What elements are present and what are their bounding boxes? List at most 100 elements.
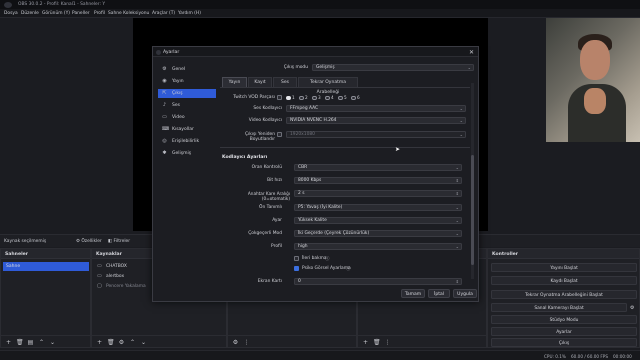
rescale-output-label: Çıkışı Yeniden Boyutlandır bbox=[244, 132, 275, 142]
start-recording-button[interactable]: Kaydı Başlat bbox=[491, 276, 637, 285]
scene-item[interactable]: Sahne bbox=[3, 262, 89, 271]
menu-dots-icon[interactable]: ⋮ bbox=[243, 339, 250, 346]
chevron-down-icon: ⌄ bbox=[459, 106, 463, 111]
filter-icon[interactable]: ▤ bbox=[27, 339, 34, 346]
nav-item-stream[interactable]: ◉ Yayın bbox=[158, 77, 216, 86]
multipass-mode-select[interactable]: İki Geçerde (Çeyrek Çözünürlük) ⌄ bbox=[294, 230, 462, 237]
accessibility-icon: ◎ bbox=[162, 138, 167, 144]
move-down-icon[interactable]: ⌄ bbox=[140, 339, 147, 346]
cancel-button[interactable]: İptal bbox=[428, 289, 450, 298]
properties-button[interactable]: ⚙ Özellikler bbox=[76, 239, 102, 244]
chevron-down-icon: ⌄ bbox=[455, 244, 459, 249]
nav-item-video[interactable]: ▭ Video bbox=[158, 113, 216, 122]
window-capture-icon: ▢ bbox=[97, 283, 102, 289]
output-mode-select[interactable]: Gelişmiş ⌄ bbox=[312, 64, 474, 71]
controls-title: Kontroller bbox=[492, 251, 519, 257]
content-scrollbar[interactable] bbox=[471, 83, 474, 279]
tab-recording[interactable]: Kayıt bbox=[248, 77, 272, 87]
gear-icon[interactable]: ⚙ bbox=[232, 339, 239, 346]
menu-scene-collection[interactable]: Sahne Koleksiyonu bbox=[108, 11, 149, 16]
menu-docks[interactable]: Paneller bbox=[72, 11, 90, 16]
scenes-dock: Sahneler Sahne + 🗑 ▤ ⌃ ⌄ bbox=[0, 248, 91, 348]
preset-select[interactable]: P5: Yavaş (İyi Kalite) ⌄ bbox=[294, 204, 462, 211]
nav-item-accessibility[interactable]: ◎ Erişilebilirlik bbox=[158, 137, 216, 146]
move-up-icon[interactable]: ⌃ bbox=[38, 339, 45, 346]
remove-icon[interactable]: 🗑 bbox=[16, 339, 24, 346]
track-radio[interactable] bbox=[351, 95, 356, 100]
add-icon[interactable]: + bbox=[96, 339, 103, 346]
track-radio[interactable] bbox=[312, 95, 317, 100]
twitch-vod-checkbox[interactable] bbox=[277, 95, 282, 100]
nav-item-output[interactable]: ⇱ Çıkış bbox=[158, 89, 216, 98]
psycho-visual-tuning-checkbox[interactable] bbox=[294, 266, 299, 271]
multipass-mode-label: Çokgeçerli Mod bbox=[248, 231, 282, 236]
chevron-down-icon: ⌄ bbox=[455, 231, 459, 236]
close-icon[interactable]: ✕ bbox=[469, 49, 474, 56]
nav-item-hotkeys[interactable]: ⌨ Kısayollar bbox=[158, 125, 216, 134]
audio-icon: ♪ bbox=[162, 102, 167, 108]
title-bar: OBS 30.0.2 - Profil: Kanal1 - Sahneler: … bbox=[0, 0, 640, 9]
profile-label: Profil bbox=[271, 244, 282, 249]
rate-control-label: Oran Kontrolü bbox=[251, 165, 282, 170]
filters-button[interactable]: ◧ Filtreler bbox=[108, 239, 130, 244]
start-streaming-button[interactable]: Yayını Başlat bbox=[491, 263, 637, 272]
bitrate-input[interactable]: 8000 Kbps ⇕ bbox=[294, 177, 462, 184]
gear-icon[interactable]: ⚙ bbox=[630, 305, 634, 311]
menu-edit[interactable]: Düzenle bbox=[21, 11, 39, 16]
apply-button[interactable]: Uygula bbox=[453, 289, 477, 298]
menu-profile[interactable]: Profil bbox=[94, 11, 105, 16]
nav-item-audio[interactable]: ♪ Ses bbox=[158, 101, 216, 110]
add-icon[interactable]: + bbox=[5, 339, 12, 346]
chevron-down-icon: ⌄ bbox=[459, 132, 463, 137]
keyframe-interval-input[interactable]: 2 s ⇕ bbox=[294, 190, 462, 197]
settings-content: Çıkış modu Gelişmiş ⌄ Yayın Kayıt Ses Tek… bbox=[220, 61, 476, 285]
tab-replay-buffer[interactable]: Tekrar Oynatma Arabelleği bbox=[298, 77, 358, 95]
track-radio[interactable] bbox=[299, 95, 304, 100]
nav-item-general[interactable]: ⚙ Genel bbox=[158, 65, 216, 74]
add-icon[interactable]: + bbox=[362, 339, 369, 346]
menu-dots-icon[interactable]: ⋮ bbox=[384, 339, 391, 346]
sources-title: Kaynaklar bbox=[96, 251, 122, 257]
audio-encoder-select[interactable]: FFmpeg AAC ⌄ bbox=[286, 105, 466, 112]
lookahead-checkbox[interactable] bbox=[294, 256, 299, 261]
webcam-preview bbox=[546, 18, 640, 142]
help-icon[interactable]: ⓘ bbox=[325, 256, 329, 262]
studio-mode-button[interactable]: Stüdyo Modu bbox=[491, 315, 637, 324]
menu-view[interactable]: Görünüm (Y) bbox=[42, 11, 70, 16]
start-virtual-camera-button[interactable]: Sanal Kamerayı Başlat bbox=[491, 303, 627, 312]
gear-icon[interactable]: ⚙ bbox=[118, 339, 125, 346]
track-radio[interactable] bbox=[286, 95, 291, 100]
video-encoder-select[interactable]: NVIDIA NVENC H.264 ⌄ bbox=[286, 117, 466, 124]
tuning-select[interactable]: Yüksek Kalite ⌄ bbox=[294, 217, 462, 224]
audio-encoder-label: Ses Kodlayıcı bbox=[253, 106, 282, 111]
menu-tools[interactable]: Araçlar (T) bbox=[152, 11, 175, 16]
remove-icon[interactable]: 🗑 bbox=[373, 339, 381, 346]
start-replay-buffer-button[interactable]: Tekrar Oynatma Arabelleğini Başlat bbox=[491, 290, 637, 299]
no-source-label: Kaynak seçilmemiş bbox=[4, 238, 47, 244]
chevron-down-icon: ⌄ bbox=[459, 118, 463, 123]
remove-icon[interactable]: 🗑 bbox=[107, 339, 115, 346]
menu-file[interactable]: Dosya bbox=[4, 11, 18, 16]
help-icon[interactable]: ⓘ bbox=[346, 266, 350, 272]
exit-button[interactable]: Çıkış bbox=[491, 338, 637, 347]
fps-counter: 60.00 / 60.00 FPS bbox=[571, 353, 608, 359]
dialog-title-bar: Ayarlar ✕ bbox=[153, 47, 478, 57]
track-radio[interactable] bbox=[325, 95, 330, 100]
time-counter: 00:00:00 bbox=[613, 353, 632, 359]
move-up-icon[interactable]: ⌃ bbox=[129, 339, 136, 346]
track-radio[interactable] bbox=[338, 95, 343, 100]
settings-button[interactable]: Ayarlar bbox=[491, 327, 637, 336]
rate-control-select[interactable]: CBR ⌄ bbox=[294, 164, 462, 171]
rescale-resolution-select: 1920x1080 ⌄ bbox=[286, 131, 466, 138]
menu-help[interactable]: Yardım (H) bbox=[178, 11, 201, 16]
gpu-input[interactable]: 0 ⇕ bbox=[294, 278, 462, 285]
move-down-icon[interactable]: ⌄ bbox=[49, 339, 56, 346]
obs-logo-icon bbox=[156, 49, 161, 55]
tab-audio[interactable]: Ses bbox=[273, 77, 297, 87]
twitch-vod-label: Twitch VOD Parçası bbox=[233, 95, 275, 100]
ok-button[interactable]: Tamam bbox=[401, 289, 425, 298]
profile-select[interactable]: high ⌄ bbox=[294, 243, 462, 250]
nav-item-advanced[interactable]: ✱ Gelişmiş bbox=[158, 149, 216, 158]
tab-stream[interactable]: Yayın bbox=[222, 77, 247, 87]
rescale-output-checkbox[interactable] bbox=[277, 132, 282, 137]
